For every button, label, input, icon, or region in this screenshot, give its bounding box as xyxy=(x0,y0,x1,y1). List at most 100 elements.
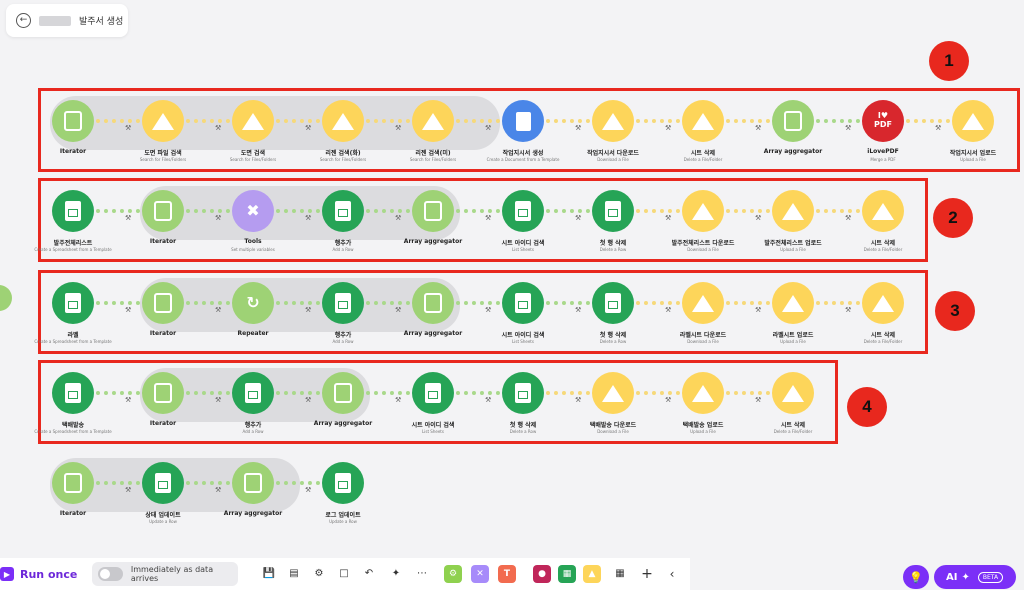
module-drive[interactable]: 발주전체리스트 다운로드 Download a File xyxy=(658,190,748,260)
tools-app-icon[interactable]: ⚙ xyxy=(444,565,462,583)
module-drive[interactable]: 발주전체리스트 업로드 Upload a File xyxy=(748,190,838,260)
module-bubble[interactable] xyxy=(502,282,544,324)
google-drive-app-icon[interactable]: ▲ xyxy=(583,565,601,583)
module-bubble[interactable] xyxy=(232,462,274,504)
text-parser-app-icon[interactable]: T xyxy=(498,565,516,583)
module-drive[interactable]: 도면 검색 Search for Files/Folders xyxy=(208,100,298,170)
module-bubble[interactable] xyxy=(412,100,454,142)
module-drive[interactable]: 라벨시트 다운로드 Download a File xyxy=(658,282,748,352)
router-hub[interactable] xyxy=(0,285,12,311)
module-bubble[interactable] xyxy=(682,282,724,324)
ai-button[interactable]: AI ✦ BETA xyxy=(934,565,1016,589)
module-bubble[interactable] xyxy=(682,100,724,142)
grid-app-icon[interactable]: ▦ xyxy=(613,567,627,581)
module-aggregator[interactable]: Array aggregator xyxy=(208,462,298,532)
module-bubble[interactable]: ✖ xyxy=(232,190,274,232)
module-pdf[interactable]: I♥ PDF iLovePDF Merge a PDF xyxy=(838,100,928,170)
back-arrow-icon[interactable]: ← xyxy=(16,13,31,28)
module-bubble[interactable] xyxy=(592,190,634,232)
module-tools[interactable]: ✖ Tools Set multiple variables xyxy=(208,190,298,260)
module-bubble[interactable] xyxy=(592,372,634,414)
module-drive[interactable]: 도면 파일 검색 Search for Files/Folders xyxy=(118,100,208,170)
module-drive[interactable]: 라벨시트 업로드 Upload a File xyxy=(748,282,838,352)
run-once-button[interactable]: ▶ Run once xyxy=(0,562,77,586)
module-bubble[interactable] xyxy=(862,282,904,324)
module-bubble[interactable] xyxy=(772,190,814,232)
module-iterator[interactable]: Iterator xyxy=(28,462,118,532)
module-aggregator[interactable]: Array aggregator xyxy=(298,372,388,442)
module-bubble[interactable] xyxy=(52,462,94,504)
module-bubble[interactable] xyxy=(322,282,364,324)
module-drive[interactable]: 시트 삭제 Delete a File/Folder xyxy=(658,100,748,170)
scenario-canvas[interactable]: ← 발주서 생성 1 2 3 4 Iterator ⚒ 도면 파일 검색 Search… xyxy=(0,0,1024,590)
module-bubble[interactable] xyxy=(592,100,634,142)
collapse-icon[interactable]: ‹ xyxy=(665,567,679,581)
flow-control-app-icon[interactable]: ✕ xyxy=(471,565,489,583)
module-bubble[interactable] xyxy=(682,190,724,232)
module-sheets[interactable]: 라벨 Create a Spreadsheet from a Template xyxy=(28,282,118,352)
module-drive[interactable]: 시트 삭제 Delete a File/Folder xyxy=(748,372,838,442)
settings-icon[interactable]: ⚙ xyxy=(312,567,326,581)
add-icon[interactable]: + xyxy=(640,567,654,581)
module-bubble[interactable] xyxy=(322,100,364,142)
module-drive[interactable]: 시트 삭제 Delete a File/Folder xyxy=(838,190,928,260)
module-iterator[interactable]: Iterator xyxy=(118,282,208,352)
module-repeater[interactable]: ↻ Repeater xyxy=(208,282,298,352)
module-bubble[interactable] xyxy=(502,100,544,142)
module-bubble[interactable] xyxy=(772,372,814,414)
module-bubble[interactable] xyxy=(772,282,814,324)
module-drive[interactable]: 리젠 검색(화) Search for Files/Folders xyxy=(298,100,388,170)
module-bubble[interactable] xyxy=(412,372,454,414)
module-sheets[interactable]: 발주전체리스트 Create a Spreadsheet from a Templ… xyxy=(28,190,118,260)
webhooks-app-icon[interactable]: ● xyxy=(533,565,551,583)
schedule-switch[interactable] xyxy=(98,567,123,581)
hint-bulb-button[interactable]: 💡 xyxy=(903,565,929,589)
module-drive[interactable]: 리젠 검색(미) Search for Files/Folders xyxy=(388,100,478,170)
module-sheets[interactable]: 첫 행 삭제 Delete a Row xyxy=(478,372,568,442)
module-sheets[interactable]: 첫 행 삭제 Delete a Row xyxy=(568,190,658,260)
module-bubble[interactable] xyxy=(142,372,184,414)
module-bubble[interactable]: ↻ xyxy=(232,282,274,324)
module-bubble[interactable] xyxy=(52,100,94,142)
more-icon[interactable]: ⋯ xyxy=(415,567,429,581)
module-bubble[interactable] xyxy=(412,190,454,232)
module-bubble[interactable] xyxy=(232,372,274,414)
module-sheets[interactable]: 택배발송 Create a Spreadsheet from a Template xyxy=(28,372,118,442)
module-drive[interactable]: 택배발송 다운로드 Download a File xyxy=(568,372,658,442)
module-sheets[interactable]: 시트 아이디 검색 List Sheets xyxy=(478,190,568,260)
magic-wand-icon[interactable]: ✦ xyxy=(389,567,403,581)
module-bubble[interactable] xyxy=(142,462,184,504)
module-sheets[interactable]: 상태 업데이트 Update a Row xyxy=(118,462,208,532)
module-bubble[interactable] xyxy=(412,282,454,324)
module-aggregator[interactable]: Array aggregator xyxy=(748,100,838,170)
module-bubble[interactable] xyxy=(952,100,994,142)
module-drive[interactable]: 작업지시서 업로드 Upload a File xyxy=(928,100,1018,170)
module-bubble[interactable] xyxy=(232,100,274,142)
module-bubble[interactable] xyxy=(322,372,364,414)
schedule-toggle[interactable]: Immediately as data arrives xyxy=(92,562,238,586)
module-drive[interactable]: 택배발송 업로드 Upload a File xyxy=(658,372,748,442)
module-iterator[interactable]: Iterator xyxy=(28,100,118,170)
module-iterator[interactable]: Iterator xyxy=(118,190,208,260)
module-bubble[interactable] xyxy=(862,190,904,232)
module-sheets[interactable]: 행추가 Add a Row xyxy=(298,190,388,260)
template-icon[interactable]: ▤ xyxy=(287,567,301,581)
module-bubble[interactable] xyxy=(502,372,544,414)
module-sheets[interactable]: 시트 아이디 검색 List Sheets xyxy=(478,282,568,352)
module-bubble[interactable] xyxy=(142,282,184,324)
module-docs[interactable]: 작업지시서 생성 Create a Document from a Templat… xyxy=(478,100,568,170)
module-bubble[interactable] xyxy=(682,372,724,414)
google-sheets-app-icon[interactable]: ▦ xyxy=(558,565,576,583)
module-drive[interactable]: 시트 삭제 Delete a File/Folder xyxy=(838,282,928,352)
module-bubble[interactable] xyxy=(592,282,634,324)
module-bubble[interactable] xyxy=(52,282,94,324)
module-bubble[interactable] xyxy=(322,462,364,504)
module-bubble[interactable] xyxy=(142,100,184,142)
module-sheets[interactable]: 행추가 Add a Row xyxy=(208,372,298,442)
module-bubble[interactable] xyxy=(322,190,364,232)
module-iterator[interactable]: Iterator xyxy=(118,372,208,442)
module-sheets[interactable]: 첫 행 삭제 Delete a Row xyxy=(568,282,658,352)
module-aggregator[interactable]: Array aggregator xyxy=(388,282,478,352)
module-sheets[interactable]: 로그 업데이트 Update a Row xyxy=(298,462,388,532)
module-aggregator[interactable]: Array aggregator xyxy=(388,190,478,260)
